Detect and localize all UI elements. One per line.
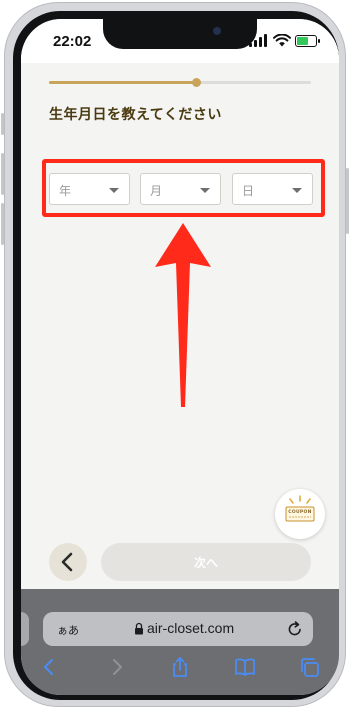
coupon-button[interactable]: COUPON bbox=[275, 489, 325, 539]
share-icon[interactable] bbox=[169, 657, 191, 677]
bookmarks-icon[interactable] bbox=[234, 657, 256, 677]
question-title: 生年月日を教えてください bbox=[49, 107, 222, 123]
screen: 22:02 生年月日を教えてください 年 月 日 COUPON 次へ ぁあ ai… bbox=[21, 19, 339, 695]
side-button-right bbox=[346, 168, 349, 234]
battery-icon bbox=[295, 35, 320, 47]
safari-toolbar: ぁあ air-closet.com bbox=[21, 589, 339, 695]
previous-tab-peek[interactable] bbox=[21, 612, 29, 646]
progress-bar bbox=[49, 78, 311, 87]
status-time: 22:02 bbox=[53, 33, 92, 50]
next-button[interactable]: 次へ bbox=[101, 543, 311, 581]
tabs-icon[interactable] bbox=[299, 657, 321, 677]
notch bbox=[103, 19, 257, 49]
progress-knob bbox=[191, 78, 201, 87]
reader-options-button[interactable]: ぁあ bbox=[57, 622, 79, 638]
back-chevron-icon bbox=[61, 552, 73, 572]
address-bar[interactable]: ぁあ air-closet.com bbox=[43, 612, 313, 646]
next-button-label: 次へ bbox=[193, 556, 218, 570]
side-button-left-mid bbox=[1, 153, 4, 195]
signal-icon bbox=[249, 34, 269, 47]
red-arrow-annotation bbox=[155, 223, 211, 407]
reload-icon[interactable] bbox=[287, 620, 303, 637]
front-camera bbox=[213, 27, 221, 35]
nav-forward-icon[interactable] bbox=[105, 657, 127, 677]
wifi-icon bbox=[273, 34, 291, 47]
progress-fill bbox=[49, 81, 196, 84]
lock-icon bbox=[135, 622, 143, 635]
coupon-label: COUPON bbox=[288, 510, 312, 515]
back-button[interactable] bbox=[49, 543, 87, 581]
status-bar: 22:02 bbox=[21, 19, 339, 63]
red-highlight-box bbox=[42, 159, 325, 217]
url-text: air-closet.com bbox=[147, 620, 235, 636]
status-icons bbox=[249, 34, 320, 48]
nav-back-icon[interactable] bbox=[39, 657, 61, 677]
phone-frame: 22:02 生年月日を教えてください 年 月 日 COUPON 次へ ぁあ ai… bbox=[1, 2, 349, 707]
side-button-left-top bbox=[1, 113, 4, 135]
side-button-left-low bbox=[1, 203, 4, 245]
